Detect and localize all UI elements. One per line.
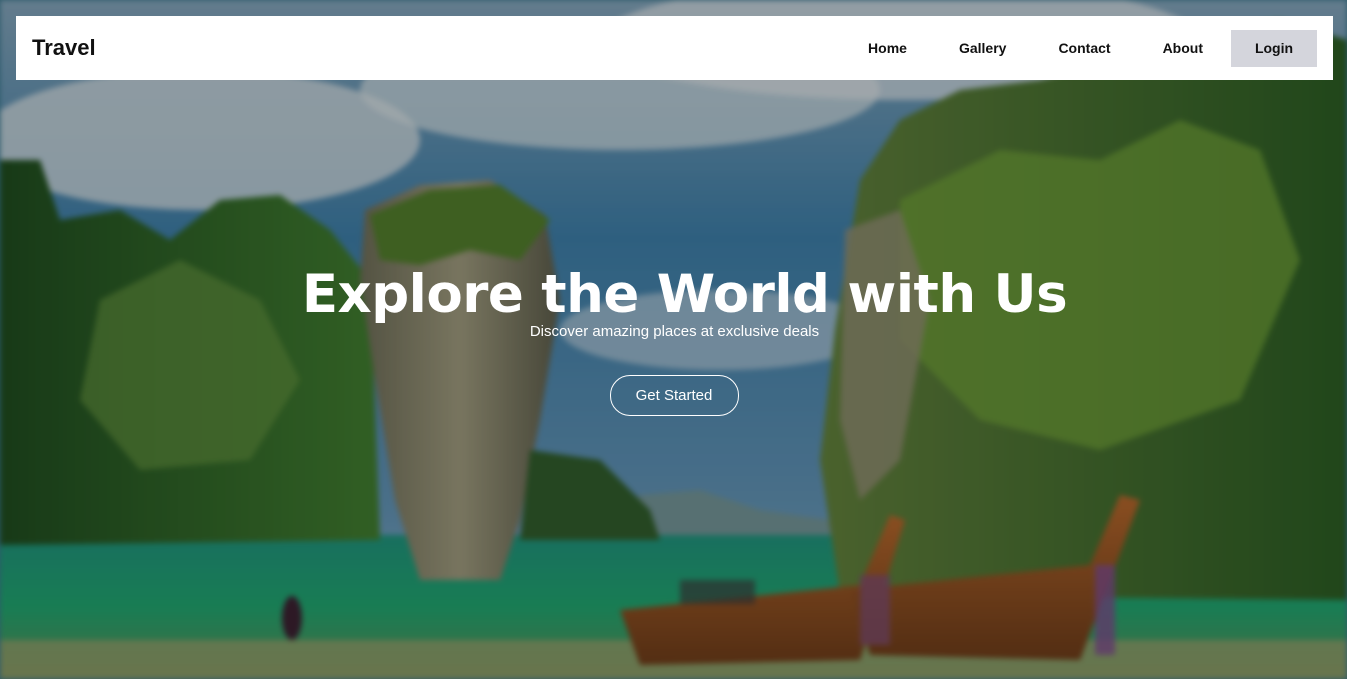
login-button[interactable]: Login xyxy=(1231,29,1317,67)
hero-subtitle: Discover amazing places at exclusive dea… xyxy=(529,323,820,340)
top-navbar: Travel Home Gallery Contact About Login xyxy=(16,16,1333,80)
get-started-button[interactable]: Get Started xyxy=(609,375,739,416)
hero-section: Travel Home Gallery Contact About Login … xyxy=(0,0,1347,679)
brand-logo[interactable]: Travel xyxy=(32,35,96,61)
nav-item-about[interactable]: About xyxy=(1137,40,1229,56)
hero-title: Explore the World with Us xyxy=(301,264,1068,325)
nav-item-contact[interactable]: Contact xyxy=(1032,40,1136,56)
nav-item-home[interactable]: Home xyxy=(868,40,933,56)
nav-item-gallery[interactable]: Gallery xyxy=(933,40,1032,56)
nav-links: Home Gallery Contact About Login xyxy=(868,16,1317,80)
hero-content: Explore the World with Us Discover amazi… xyxy=(0,262,1347,416)
